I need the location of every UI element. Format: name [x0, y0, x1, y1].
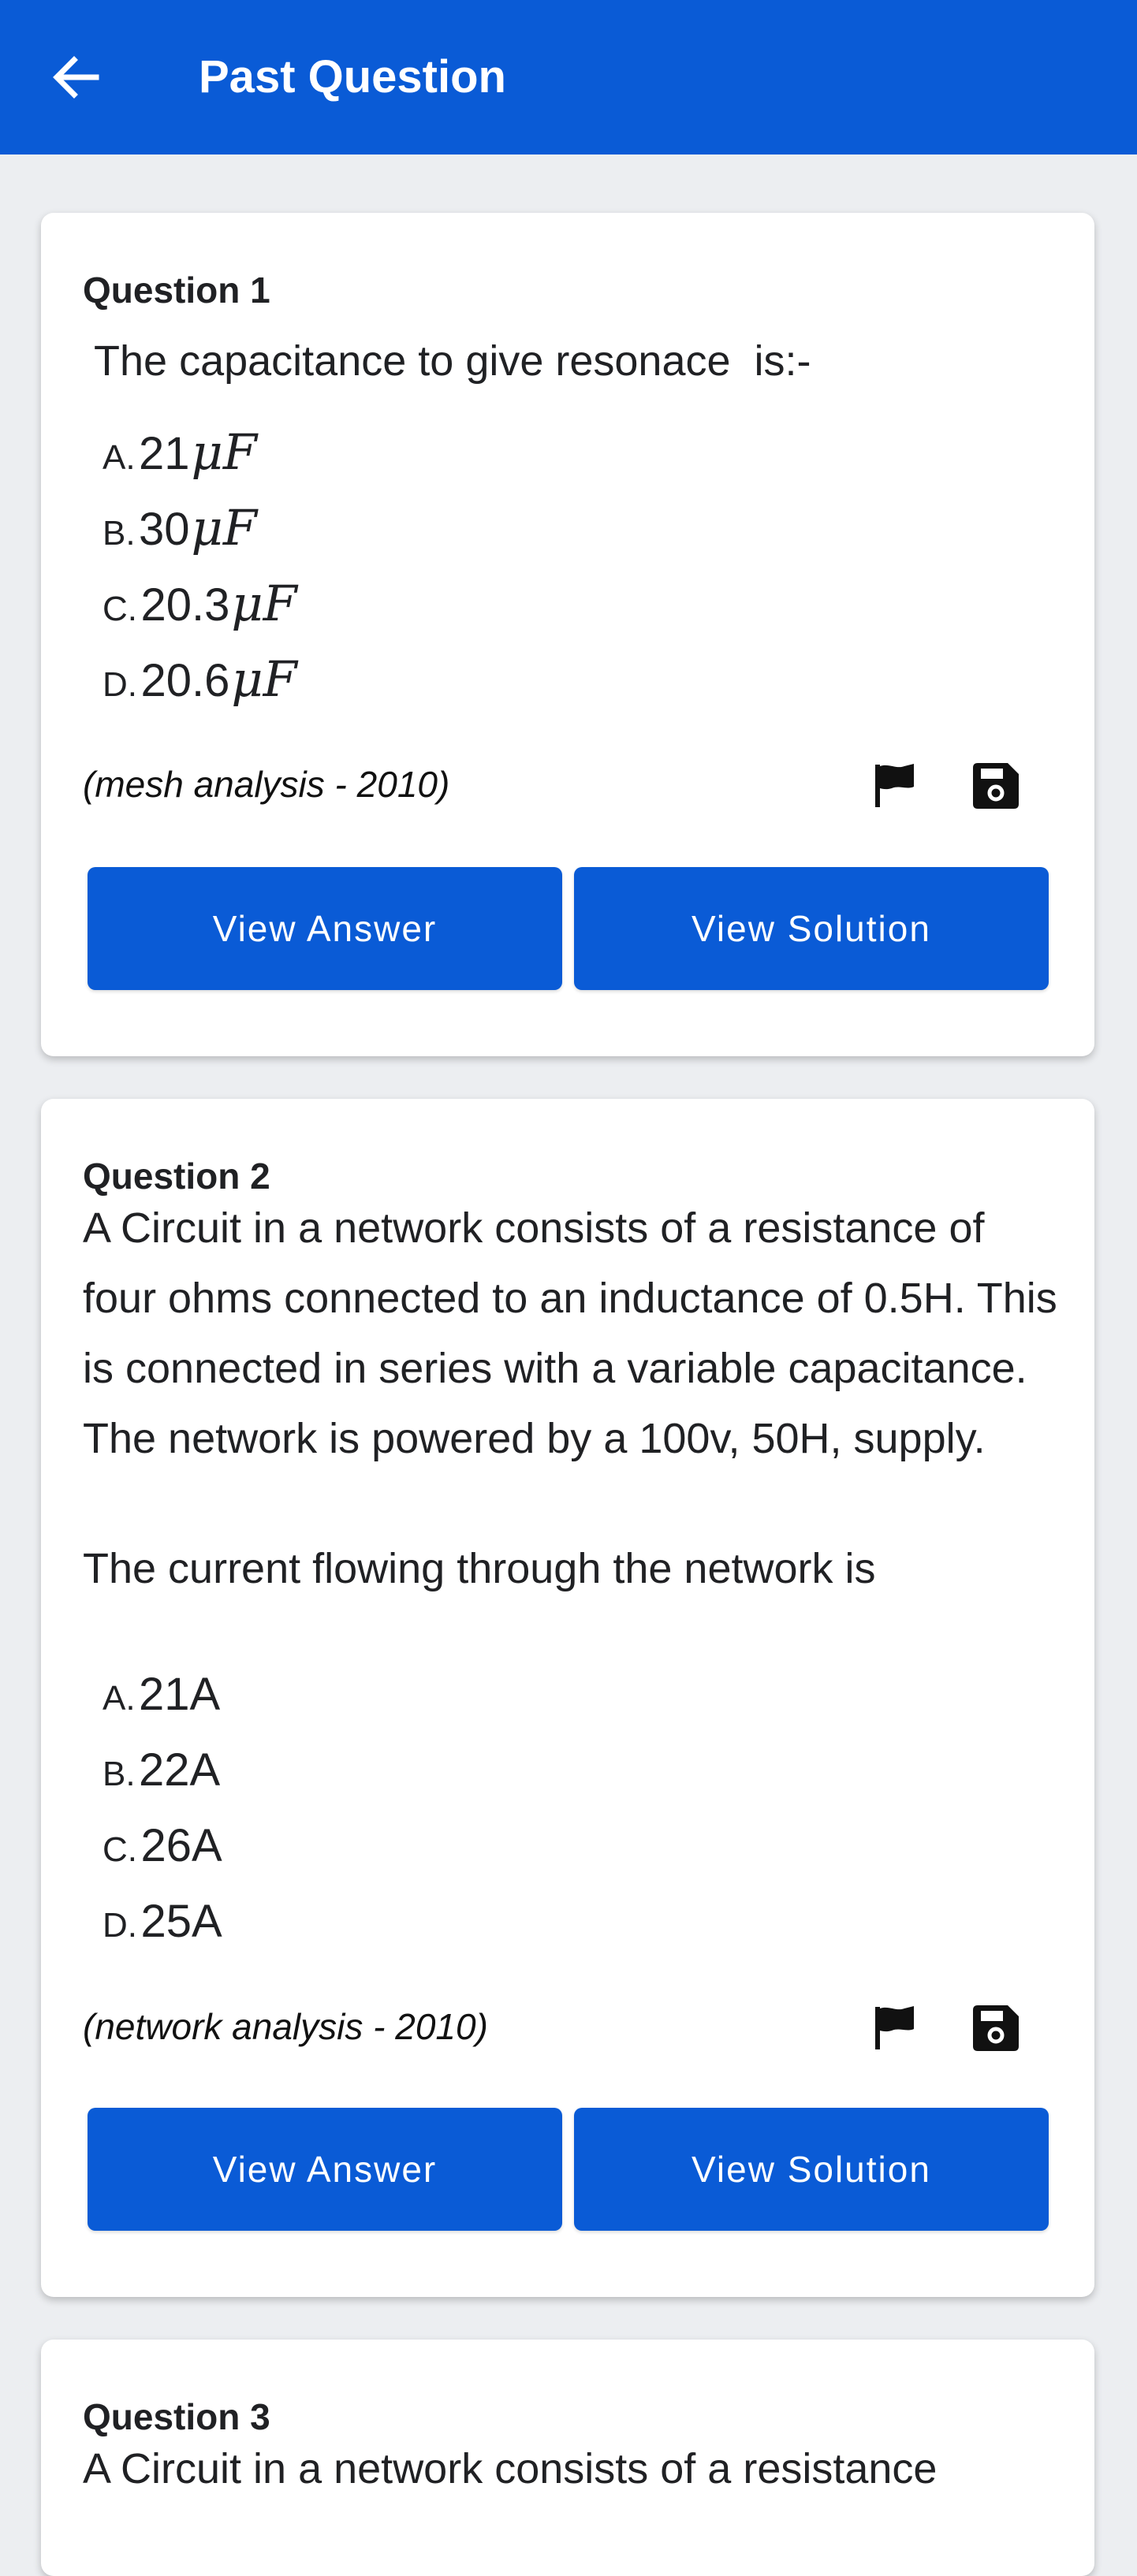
option-d[interactable]: D. 25A — [103, 1890, 222, 1953]
option-unit: μF — [191, 499, 257, 557]
question-text: A Circuit in a network consists of a res… — [83, 1204, 1057, 1462]
option-letter: A. — [103, 1679, 136, 1718]
option-d[interactable]: D. 20.6μF — [103, 648, 297, 711]
arrow-left-icon[interactable] — [47, 49, 104, 106]
option-unit: μF — [231, 575, 297, 632]
option-value: 20.3 — [140, 579, 230, 631]
option-value: 20.6 — [140, 655, 230, 706]
question-text: The current flowing through the network … — [83, 1545, 876, 1592]
view-answer-button[interactable]: View Answer — [88, 2108, 562, 2231]
question-card: Question 2 A Circuit in a network consis… — [41, 1099, 1094, 2297]
option-unit: μF — [191, 423, 257, 481]
option-b[interactable]: B. 22A — [103, 1739, 220, 1802]
option-value: 21A — [139, 1669, 221, 1720]
option-b[interactable]: B. 30μF — [103, 497, 257, 560]
option-unit: μF — [231, 650, 297, 708]
flag-icon[interactable] — [873, 761, 917, 809]
option-value: 22A — [139, 1744, 221, 1796]
option-letter: D. — [103, 1906, 137, 1945]
option-a[interactable]: A. 21μF — [103, 421, 257, 484]
option-value: 21 — [139, 428, 190, 479]
question-text: A Circuit in a network consists of a res… — [83, 2445, 938, 2492]
view-solution-button[interactable]: View Solution — [574, 867, 1049, 990]
view-solution-button[interactable]: View Solution — [574, 2108, 1049, 2231]
option-c[interactable]: C. 20.3μF — [103, 572, 297, 635]
option-letter: B. — [103, 514, 136, 553]
option-value: 30 — [139, 504, 190, 555]
save-icon[interactable] — [971, 2004, 1020, 2053]
option-letter: C. — [103, 1830, 137, 1869]
question-number: Question 2 — [83, 1156, 270, 1197]
save-icon[interactable] — [971, 761, 1020, 810]
option-letter: B. — [103, 1755, 136, 1793]
option-a[interactable]: A. 21A — [103, 1663, 220, 1726]
page-title: Past Question — [199, 51, 506, 102]
question-number: Question 3 — [83, 2396, 270, 2437]
question-text: The capacitance to give resonace is:- — [83, 337, 811, 385]
question-card: Question 3 A Circuit in a network consis… — [41, 2340, 1094, 2576]
option-c[interactable]: C. 26A — [103, 1815, 222, 1878]
option-letter: A. — [103, 438, 136, 477]
question-source: (mesh analysis - 2010) — [83, 764, 450, 805]
question-card: Question 1 The capacitance to give reson… — [41, 213, 1094, 1056]
option-letter: C. — [103, 590, 137, 628]
option-letter: D. — [103, 665, 137, 704]
view-answer-button[interactable]: View Answer — [88, 867, 562, 990]
option-value: 25A — [140, 1896, 222, 1947]
flag-icon[interactable] — [873, 2004, 917, 2051]
question-number: Question 1 — [83, 270, 270, 311]
app-bar: Past Question — [0, 0, 1137, 154]
option-value: 26A — [140, 1820, 222, 1871]
question-source: (network analysis - 2010) — [83, 2006, 488, 2047]
